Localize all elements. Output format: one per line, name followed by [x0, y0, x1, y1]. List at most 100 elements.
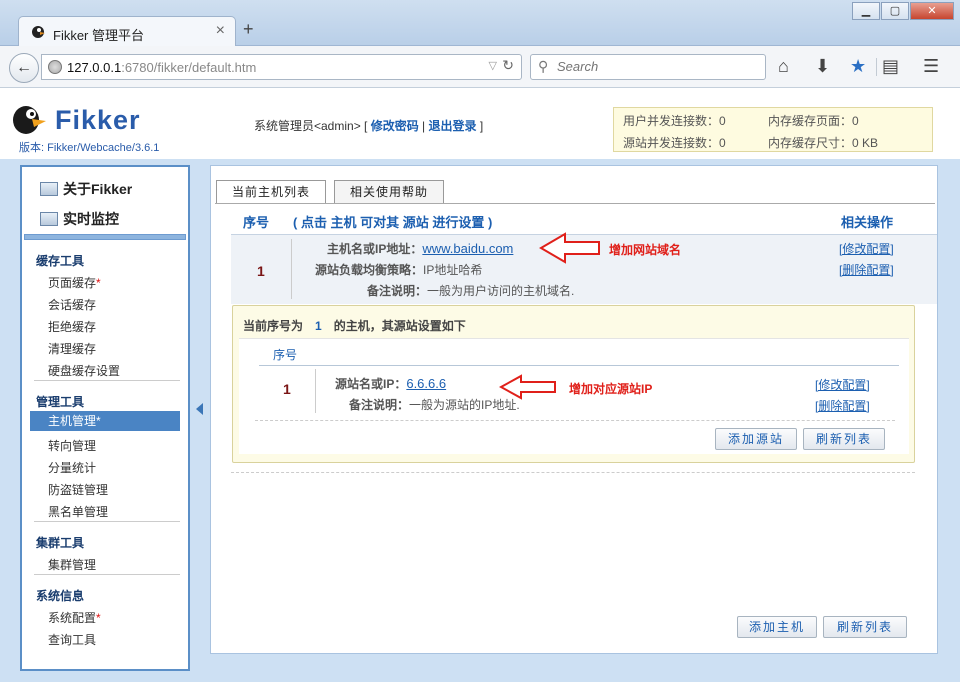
host-list-dashed-rule	[231, 472, 915, 473]
reader-icon[interactable]: ▤	[882, 56, 899, 77]
sidebar: 关于Fikker 实时监控 缓存工具 页面缓存* 会话缓存 拒绝缓存 清理缓存 …	[20, 165, 190, 671]
user-line: 系统管理员<admin> [ 修改密码 | 退出登录 ]	[254, 117, 483, 134]
sidebar-item-blacklist[interactable]: 黑名单管理	[48, 503, 108, 520]
url-bar[interactable]: 127.0.0.1:6780/fikker/default.htm ▽ ↻	[41, 54, 522, 80]
add-host-button[interactable]: 添加主机	[737, 616, 817, 638]
reload-icon[interactable]: ↻	[502, 57, 514, 74]
refresh-host-button[interactable]: 刷新列表	[823, 616, 907, 638]
close-window-button[interactable]: ✕	[910, 2, 954, 20]
download-icon[interactable]: ⬇	[815, 56, 830, 77]
mem-size-stat: 内存缓存尺寸：0 KB	[768, 136, 879, 150]
page-cache-label: 页面缓存	[48, 276, 97, 290]
browser-tab[interactable]: Fikker 管理平台 ×	[18, 16, 236, 47]
host-edit-link[interactable]: [修改配置]	[839, 240, 894, 257]
about-label: 关于Fikker	[63, 181, 133, 197]
sidebar-item-session-cache[interactable]: 会话缓存	[48, 296, 96, 313]
origin-edit-link[interactable]: [修改配置]	[815, 376, 870, 393]
fikker-favicon-icon	[32, 26, 45, 38]
monitor-label: 实时监控	[63, 211, 119, 227]
tab-close-icon[interactable]: ×	[216, 22, 225, 40]
sidebar-item-monitor[interactable]: 实时监控	[40, 209, 119, 229]
home-icon[interactable]: ⌂	[778, 56, 789, 77]
user-sep: |	[418, 119, 429, 133]
url-host: 127.0.0.1	[67, 60, 122, 75]
origin-note-value: 一般为源站的IP地址.	[409, 398, 520, 412]
host-note-value: 一般为用户访问的主机域名.	[427, 284, 575, 298]
sidebar-item-page-cache[interactable]: 页面缓存*	[48, 274, 101, 291]
sidebar-item-cluster-manage[interactable]: 集群管理	[48, 556, 96, 573]
sidebar-item-redirect[interactable]: 转向管理	[48, 437, 96, 454]
browser-titlebar: Fikker 管理平台 × + ▁ ▢ ✕	[0, 0, 960, 47]
change-password-link[interactable]: 修改密码	[371, 119, 419, 133]
sidebar-rule	[34, 380, 180, 381]
origin-delete-link[interactable]: [删除配置]	[815, 397, 870, 414]
required-star: *	[96, 414, 101, 428]
host-note-label: 备注说明：	[367, 284, 428, 298]
url-text: 127.0.0.1:6780/fikker/default.htm	[67, 60, 256, 75]
required-star: *	[96, 611, 101, 625]
annotation-origin-ip: 增加对应源站IP	[569, 382, 653, 396]
sidebar-item-disk-cache[interactable]: 硬盘缓存设置	[48, 362, 120, 379]
lb-label: 源站负载均衡策略：	[315, 263, 424, 277]
tab-help[interactable]: 相关使用帮助	[334, 180, 444, 204]
sidebar-item-clear-cache[interactable]: 清理缓存	[48, 340, 96, 357]
column-hint-header: ( 点击 主机 可对其 源站 进行设置 )	[293, 215, 493, 230]
globe-icon	[48, 60, 62, 74]
page: Fikker 版本: Fikker/Webcache/3.6.1 系统管理员<a…	[0, 89, 960, 682]
tab-underline	[215, 203, 935, 204]
about-icon	[40, 182, 58, 196]
user-conn-stat: 用户并发连接数：0	[623, 114, 726, 128]
tab-title: Fikker 管理平台	[53, 28, 145, 43]
bookmark-star-icon[interactable]: ★	[850, 56, 866, 77]
refresh-origin-button[interactable]: 刷新列表	[803, 428, 885, 450]
toolbar-separator	[876, 58, 877, 76]
search-bar[interactable]: ⚲	[530, 54, 766, 80]
hostname-link[interactable]: www.baidu.com	[422, 241, 513, 256]
sidebar-item-reject-cache[interactable]: 拒绝缓存	[48, 318, 96, 335]
sidebar-divider-bar	[24, 234, 186, 240]
version-label: 版本: Fikker/Webcache/3.6.1	[19, 142, 160, 154]
maximize-button[interactable]: ▢	[881, 2, 909, 20]
user-prefix: 系统管理员<admin> [	[254, 119, 371, 133]
host-delete-link[interactable]: [删除配置]	[839, 261, 894, 278]
backend-title: 当前序号为 1 的主机，其源站设置如下	[243, 317, 466, 334]
url-dropdown-icon[interactable]: ▽	[489, 59, 497, 72]
minimize-button[interactable]: ▁	[852, 2, 880, 20]
logout-link[interactable]: 退出登录	[429, 119, 477, 133]
lb-value: IP地址哈希	[423, 263, 483, 277]
mem-pages-stat: 内存缓存页面：0	[768, 114, 859, 128]
sidebar-collapse-icon[interactable]	[196, 403, 203, 415]
user-suffix: ]	[476, 119, 484, 133]
tab-host-list[interactable]: 当前主机列表	[216, 180, 326, 204]
sidebar-item-stats[interactable]: 分量统计	[48, 459, 96, 476]
sidebar-item-about[interactable]: 关于Fikker	[40, 179, 132, 199]
add-origin-button[interactable]: 添加源站	[715, 428, 797, 450]
sidebar-item-hotlink[interactable]: 防盗链管理	[48, 481, 108, 498]
hostname-field: 主机名或IP地址：www.baidu.com	[327, 240, 513, 257]
back-button[interactable]: ←	[9, 53, 39, 83]
monitor-icon	[40, 212, 58, 226]
backend-number: 1	[283, 381, 291, 397]
sys-config-label: 系统配置	[48, 611, 97, 625]
backend-num-header: 序号	[273, 348, 298, 362]
stats-panel: 用户并发连接数：0 内存缓存页面：0 源站并发连接数：0 内存缓存尺寸：0 KB	[613, 107, 933, 152]
origin-label: 源站名或IP：	[335, 377, 407, 391]
sidebar-item-host-manage[interactable]: 主机管理*	[30, 411, 180, 431]
backend-title-pre: 当前序号为	[243, 319, 304, 333]
annotation-domain: 增加网站域名	[609, 243, 682, 257]
new-tab-icon[interactable]: +	[243, 19, 254, 40]
origin-link[interactable]: 6.6.6.6	[406, 376, 446, 391]
host-note-field: 备注说明：一般为用户访问的主机域名.	[367, 282, 574, 299]
sidebar-item-query-tool[interactable]: 查询工具	[48, 631, 96, 648]
search-input[interactable]	[557, 59, 757, 74]
origin-conn-stat: 源站并发连接数：0	[623, 136, 726, 150]
menu-icon[interactable]: ☰	[923, 56, 939, 77]
red-arrow-icon	[499, 374, 556, 400]
sidebar-item-sys-config[interactable]: 系统配置*	[48, 609, 101, 626]
main-area: 关于Fikker 实时监控 缓存工具 页面缓存* 会话缓存 拒绝缓存 清理缓存 …	[0, 159, 960, 682]
browser-navbar: ← 127.0.0.1:6780/fikker/default.htm ▽ ↻ …	[0, 46, 960, 88]
group-manage-tools: 管理工具	[36, 395, 85, 409]
sidebar-rule	[34, 521, 180, 522]
backend-row-divider	[315, 369, 316, 413]
backend-header-rule	[259, 365, 899, 366]
